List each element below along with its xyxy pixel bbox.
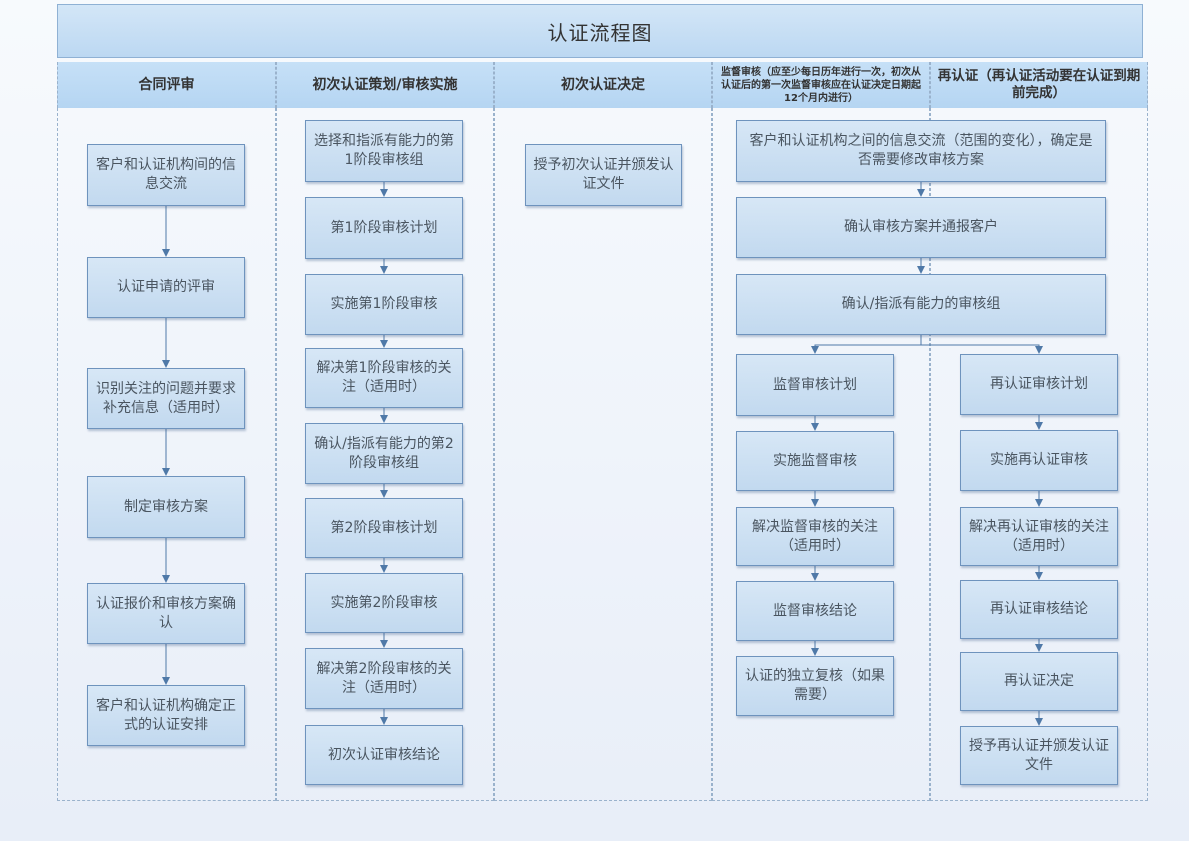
step-recert-plan: 再认证审核计划 [960,354,1118,415]
step-quote-confirmation: 认证报价和审核方案确认 [87,583,245,644]
step-info-exchange: 客户和认证机构间的信息交流 [87,144,245,206]
step-audit-programme: 制定审核方案 [87,476,245,538]
step-recert-decision: 再认证决定 [960,652,1118,711]
step-grant-recert: 授予再认证并颁发认证文件 [960,726,1118,785]
step-recert-audit: 实施再认证审核 [960,430,1118,491]
step-identify-concerns: 识别关注的问题并要求补充信息（适用时） [87,368,245,429]
step-recert-concerns: 解决再认证审核的关注（适用时） [960,507,1118,566]
step-stage1-team: 选择和指派有能力的第1阶段审核组 [305,120,463,182]
step-scope-change-exchange: 客户和认证机构之间的信息交流（范围的变化），确定是否需要修改审核方案 [736,120,1106,182]
step-stage2-audit: 实施第2阶段审核 [305,573,463,633]
step-surveillance-conclusion: 监督审核结论 [736,581,894,641]
step-recert-conclusion: 再认证审核结论 [960,580,1118,639]
step-stage2-team: 确认/指派有能力的第2阶段审核组 [305,423,463,484]
step-grant-initial-cert: 授予初次认证并颁发认证文件 [525,144,682,206]
step-stage1-plan: 第1阶段审核计划 [305,197,463,259]
step-assign-team: 确认/指派有能力的审核组 [736,274,1106,335]
step-stage1-concerns: 解决第1阶段审核的关注（适用时） [305,348,463,408]
step-stage2-concerns: 解决第2阶段审核的关注（适用时） [305,648,463,709]
step-initial-conclusion: 初次认证审核结论 [305,725,463,785]
step-surveillance-plan: 监督审核计划 [736,354,894,416]
step-confirm-programme: 确认审核方案并通报客户 [736,197,1106,258]
step-stage1-audit: 实施第1阶段审核 [305,274,463,335]
step-stage2-plan: 第2阶段审核计划 [305,498,463,558]
step-formal-arrangement: 客户和认证机构确定正式的认证安排 [87,685,245,746]
step-application-review: 认证申请的评审 [87,257,245,318]
step-surveillance-audit: 实施监督审核 [736,431,894,491]
step-independent-review: 认证的独立复核（如果需要） [736,656,894,716]
step-surveillance-concerns: 解决监督审核的关注（适用时） [736,507,894,566]
